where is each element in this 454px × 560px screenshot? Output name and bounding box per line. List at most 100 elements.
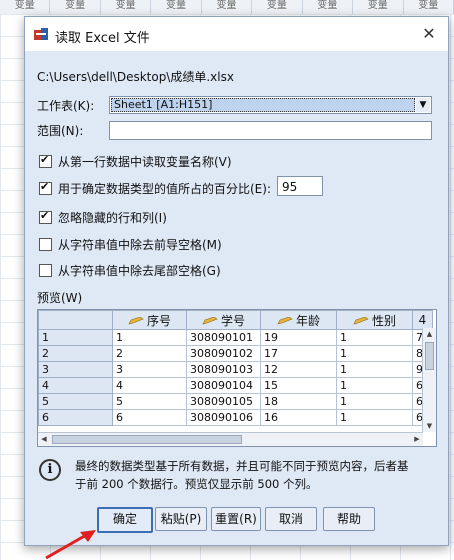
- pencil-icon: [277, 317, 293, 325]
- column-header[interactable]: 年龄: [260, 310, 337, 330]
- file-path: C:\Users\dell\Desktop\成绩单.xlsx: [37, 70, 234, 84]
- info-line: 于前 200 个数据行。预览仅显示前 500 个列。: [75, 477, 318, 491]
- option-label: 从第一行数据中读取变量名称(V): [58, 155, 232, 169]
- column-header[interactable]: 4: [412, 310, 433, 330]
- scroll-up-icon[interactable]: ▲: [423, 328, 436, 340]
- option-label: 从字符串值中除去前导空格(M): [58, 238, 222, 252]
- range-label: 范围(N):: [37, 124, 84, 138]
- table-cell: 3: [112, 361, 187, 378]
- cancel-button[interactable]: 取消: [265, 507, 317, 531]
- checkbox-unchecked[interactable]: [39, 238, 52, 251]
- option-ignore-hidden[interactable]: 忽略隐藏的行和列(I): [39, 209, 167, 226]
- title-bar[interactable]: 读取 Excel 文件 ✕: [25, 17, 448, 51]
- table-cell: 1: [336, 393, 413, 410]
- preview-table[interactable]: 序号 学号 年龄 性别 4 1 1 308090101 19 1 7 2 2 3…: [37, 309, 437, 447]
- scroll-thumb[interactable]: [425, 342, 434, 370]
- table-cell: 308090103: [186, 361, 261, 378]
- scroll-left-icon[interactable]: ◀: [38, 433, 50, 446]
- table-cell: 308090102: [186, 345, 261, 362]
- table-cell: 12: [260, 361, 337, 378]
- column-header[interactable]: 学号: [186, 310, 261, 330]
- dialog-title: 读取 Excel 文件: [55, 31, 150, 46]
- table-cell: 17: [260, 345, 337, 362]
- row-number: 5: [38, 393, 113, 410]
- column-header[interactable]: 序号: [112, 310, 187, 330]
- scroll-right-icon[interactable]: ▶: [411, 433, 423, 446]
- table-row: 6 6 308090106 16 1 6: [38, 409, 433, 426]
- scroll-thumb[interactable]: [52, 435, 242, 444]
- table-cell: 6: [112, 409, 187, 426]
- table-cell: 1: [336, 377, 413, 394]
- column-header[interactable]: 变量: [0, 0, 51, 14]
- close-icon: ✕: [422, 24, 436, 43]
- reset-button[interactable]: 重置(R): [211, 507, 261, 531]
- table-cell: 308090105: [186, 393, 261, 410]
- table-cell: 308090101: [186, 329, 261, 346]
- row-number: 3: [38, 361, 113, 378]
- column-header[interactable]: 变量: [202, 0, 253, 14]
- column-header[interactable]: 变量: [404, 0, 454, 14]
- read-excel-dialog: 读取 Excel 文件 ✕ C:\Users\dell\Desktop\成绩单.…: [24, 16, 449, 546]
- preview-grid: 序号 学号 年龄 性别 4 1 1 308090101 19 1 7 2 2 3…: [38, 310, 433, 426]
- checkbox-unchecked[interactable]: [39, 264, 52, 277]
- table-cell: 19: [260, 329, 337, 346]
- table-cell: 1: [336, 329, 413, 346]
- column-header[interactable]: 变量: [151, 0, 202, 14]
- table-row: 5 5 308090105 18 1 6: [38, 393, 433, 410]
- pencil-icon: [353, 317, 369, 325]
- option-percent-values[interactable]: 用于确定数据类型的值所占的百分比(E):: [39, 180, 271, 197]
- spss-app-icon: [34, 28, 48, 40]
- info-panel: i 最终的数据类型基于所有数据，并且可能不同于预览内容，后者基 于前 200 个…: [37, 453, 435, 499]
- column-header[interactable]: 性别: [336, 310, 413, 330]
- table-cell: 16: [260, 409, 337, 426]
- checkbox-checked[interactable]: [39, 180, 52, 195]
- option-label: 从字符串值中除去尾部空格(G): [58, 264, 221, 278]
- scroll-down-icon[interactable]: ▼: [423, 420, 436, 432]
- dropdown-arrow-icon[interactable]: ▼: [416, 98, 430, 112]
- row-number: 1: [38, 329, 113, 346]
- column-header[interactable]: 变量: [353, 0, 404, 14]
- column-header[interactable]: 变量: [252, 0, 303, 14]
- vertical-scrollbar[interactable]: ▲ ▼: [422, 328, 436, 432]
- column-header[interactable]: 变量: [303, 0, 354, 14]
- spreadsheet-header: 变量 变量 变量 变量 变量 变量 变量 变量 变量: [0, 0, 454, 15]
- pencil-icon: [202, 317, 218, 325]
- table-cell: 1: [112, 329, 187, 346]
- paste-button[interactable]: 粘贴(P): [155, 507, 207, 531]
- option-trim-trailing[interactable]: 从字符串值中除去尾部空格(G): [39, 262, 221, 279]
- info-line: 最终的数据类型基于所有数据，并且可能不同于预览内容，后者基: [75, 459, 409, 473]
- table-row: 4 4 308090104 15 1 6: [38, 377, 433, 394]
- option-trim-leading[interactable]: 从字符串值中除去前导空格(M): [39, 236, 222, 253]
- row-number-header: [38, 310, 113, 330]
- table-cell: 2: [112, 345, 187, 362]
- info-text: 最终的数据类型基于所有数据，并且可能不同于预览内容，后者基 于前 200 个数据…: [75, 457, 431, 493]
- worksheet-select[interactable]: Sheet1 [A1:H151] ▼: [109, 96, 432, 114]
- option-read-variable-names[interactable]: 从第一行数据中读取变量名称(V): [39, 153, 232, 170]
- row-number: 2: [38, 345, 113, 362]
- row-number: 4: [38, 377, 113, 394]
- horizontal-scrollbar[interactable]: ◀ ▶: [38, 432, 423, 446]
- checkbox-checked[interactable]: [39, 209, 52, 224]
- table-cell: 308090104: [186, 377, 261, 394]
- ok-button[interactable]: 确定: [97, 507, 153, 533]
- column-header[interactable]: 变量: [101, 0, 152, 14]
- option-label: 忽略隐藏的行和列(I): [58, 211, 167, 225]
- range-input[interactable]: [109, 121, 432, 140]
- table-row: 1 1 308090101 19 1 7: [38, 329, 433, 346]
- checkbox-checked[interactable]: [39, 153, 52, 168]
- table-cell: 18: [260, 393, 337, 410]
- percent-input[interactable]: 95: [277, 176, 323, 196]
- table-cell: 4: [112, 377, 187, 394]
- table-cell: 1: [336, 345, 413, 362]
- table-row: 2 2 308090102 17 1 8: [38, 345, 433, 362]
- pencil-icon: [128, 317, 144, 325]
- worksheet-label: 工作表(K):: [37, 99, 95, 113]
- option-label: 用于确定数据类型的值所占的百分比(E):: [58, 182, 271, 196]
- table-cell: 5: [112, 393, 187, 410]
- annotation-arrow-icon: [45, 530, 96, 560]
- table-cell: 1: [336, 409, 413, 426]
- close-button[interactable]: ✕: [418, 23, 440, 45]
- preview-label: 预览(W): [37, 291, 83, 305]
- column-header[interactable]: 变量: [50, 0, 101, 14]
- help-button[interactable]: 帮助: [323, 507, 375, 531]
